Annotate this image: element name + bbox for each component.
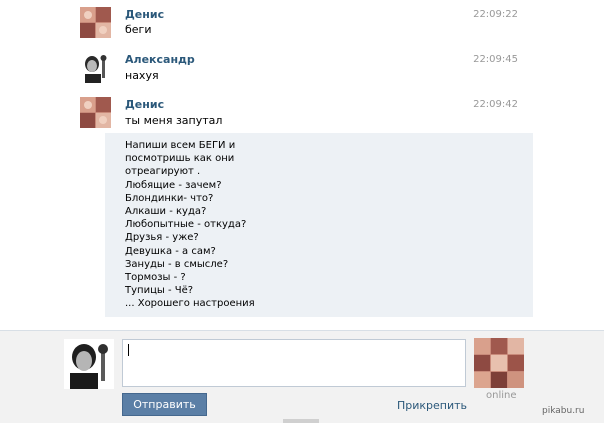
quote-line: ... Хорошего настроения <box>125 298 255 310</box>
avatar[interactable] <box>80 52 111 83</box>
quote-line: Друзья - уже? <box>125 232 199 244</box>
message-author[interactable]: Денис <box>125 98 164 111</box>
quote-line: Тупицы - Чё? <box>125 285 194 297</box>
message-input[interactable] <box>122 339 466 387</box>
message-time: 22:09:45 <box>473 54 518 65</box>
attach-link[interactable]: Прикрепить <box>397 399 467 412</box>
avatar[interactable] <box>80 7 111 38</box>
message-text: беги <box>125 23 152 36</box>
peer-status: online <box>486 390 517 401</box>
my-avatar[interactable] <box>64 339 114 389</box>
quoted-text: Напиши всем БЕГИ и посмотришь как они от… <box>125 139 255 311</box>
quote-line: Тормозы - ? <box>125 272 186 284</box>
message-text: нахуя <box>125 69 159 82</box>
message-author[interactable]: Денис <box>125 8 164 21</box>
avatar[interactable] <box>80 97 111 128</box>
message-time: 22:09:42 <box>473 99 518 110</box>
send-button[interactable]: Отправить <box>122 393 207 416</box>
quoted-message: Напиши всем БЕГИ и посмотришь как они от… <box>105 133 533 317</box>
quote-line: Любящие - зачем? <box>125 179 222 191</box>
message-author[interactable]: Александр <box>125 53 195 66</box>
message-text: ты меня запутал <box>125 114 223 127</box>
peer-avatar[interactable] <box>474 338 524 388</box>
quote-line: Напиши всем БЕГИ и <box>125 140 236 151</box>
watermark: pikabu.ru <box>542 406 585 416</box>
quote-line: Блондинки- что? <box>125 192 214 204</box>
quote-line: отреагируют . <box>125 166 201 178</box>
quote-line: Любопытные - откуда? <box>125 219 247 231</box>
text-caret <box>128 344 129 356</box>
quote-line: посмотришь как они <box>125 153 235 165</box>
message-time: 22:09:22 <box>473 9 518 20</box>
quote-line: Девушка - а сам? <box>125 245 216 257</box>
quote-line: Зануды - в смысле? <box>125 258 229 270</box>
scroll-handle[interactable] <box>283 419 319 423</box>
quote-line: Алкаши - куда? <box>125 206 207 218</box>
